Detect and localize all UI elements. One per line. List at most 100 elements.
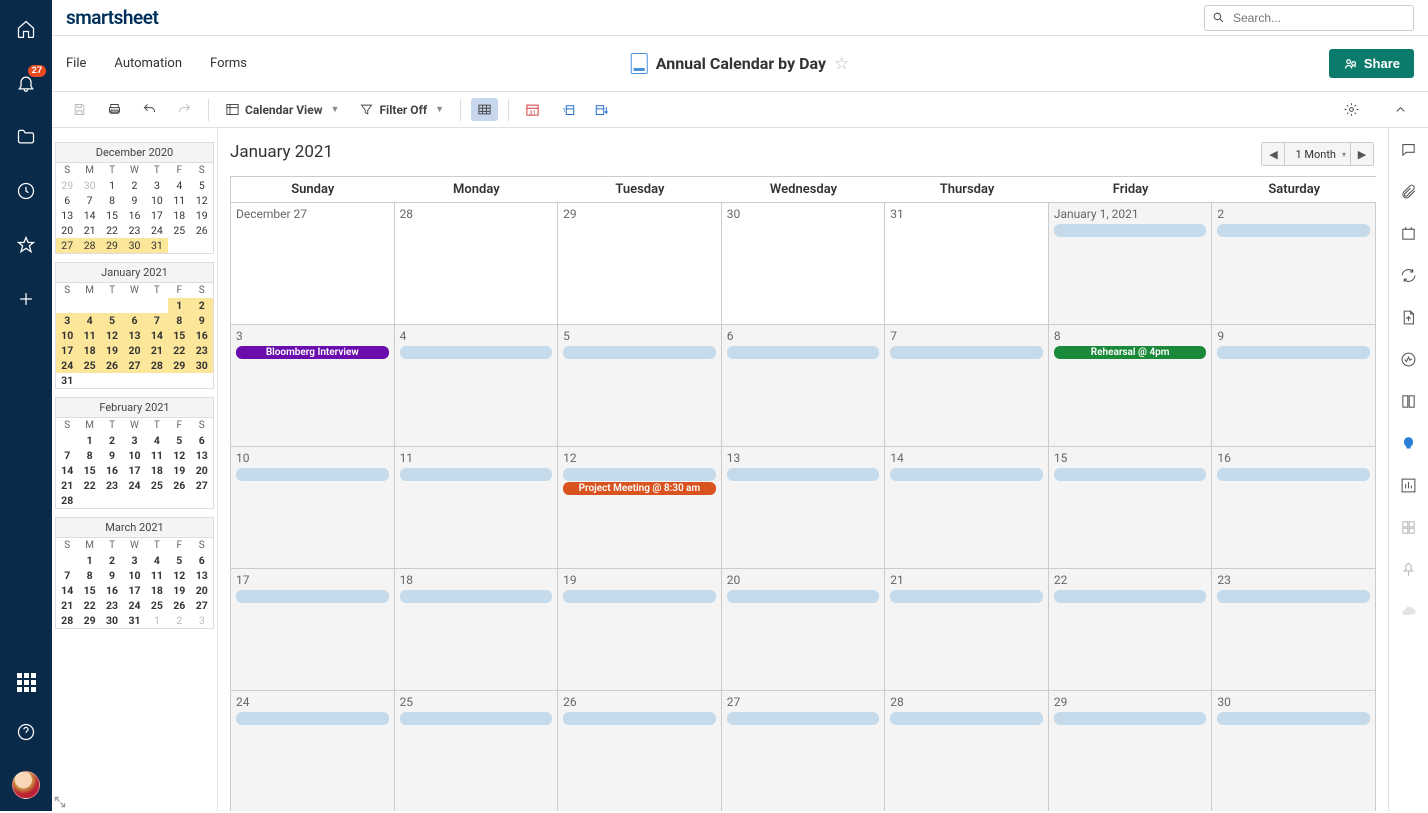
mini-cal-day[interactable]: 8: [168, 313, 190, 328]
mini-cal-day[interactable]: 29: [168, 358, 190, 373]
calendar-cell[interactable]: 2: [1212, 202, 1376, 324]
event-placeholder[interactable]: [563, 468, 716, 481]
calendar-cell[interactable]: 11: [395, 446, 559, 568]
mini-cal-day[interactable]: 8: [78, 568, 100, 583]
mini-cal-day[interactable]: 14: [146, 328, 168, 343]
mini-cal-day[interactable]: 13: [191, 568, 213, 583]
activity-log-icon[interactable]: [1400, 350, 1418, 368]
event-placeholder[interactable]: [1217, 590, 1370, 603]
mini-cal-day[interactable]: 26: [101, 358, 123, 373]
mini-cal-day[interactable]: 12: [191, 193, 213, 208]
mini-cal-day[interactable]: 4: [146, 553, 168, 568]
prev-period-button[interactable]: ◀: [1262, 143, 1284, 165]
calendar-cell[interactable]: 18: [395, 568, 559, 690]
mini-cal-day[interactable]: 10: [56, 328, 78, 343]
mini-cal-day[interactable]: 9: [191, 313, 213, 328]
mini-cal-day[interactable]: 1: [78, 553, 100, 568]
mini-cal-day[interactable]: 18: [146, 583, 168, 598]
calendar-cell[interactable]: 30: [722, 202, 886, 324]
mini-cal-day[interactable]: 19: [168, 463, 190, 478]
mini-cal-day[interactable]: 22: [78, 478, 100, 493]
mini-cal-day[interactable]: 8: [101, 193, 123, 208]
mini-cal-day[interactable]: 1: [101, 178, 123, 193]
event-placeholder[interactable]: [563, 346, 716, 359]
calendar-cell[interactable]: January 1, 2021: [1049, 202, 1213, 324]
mini-cal-day[interactable]: 1: [146, 613, 168, 628]
mini-cal-day[interactable]: 30: [78, 178, 100, 193]
mini-cal-day[interactable]: 27: [123, 358, 145, 373]
mini-cal-day[interactable]: 19: [101, 343, 123, 358]
event-placeholder[interactable]: [1054, 590, 1207, 603]
event-placeholder[interactable]: [400, 712, 553, 725]
mini-cal-day[interactable]: 28: [56, 493, 78, 508]
publish-icon[interactable]: [1400, 308, 1418, 326]
filter-toggle[interactable]: Filter Off▼: [353, 98, 450, 121]
mini-cal-day[interactable]: 14: [56, 583, 78, 598]
proofs-icon[interactable]: [1400, 224, 1418, 242]
mini-cal-day[interactable]: 4: [146, 433, 168, 448]
calendar-cell[interactable]: 25: [395, 690, 559, 811]
mini-cal-day[interactable]: 23: [101, 478, 123, 493]
mini-cal-day[interactable]: 27: [191, 478, 213, 493]
mini-cal-day[interactable]: 11: [168, 193, 190, 208]
mini-cal-day[interactable]: 15: [78, 463, 100, 478]
mini-cal-day[interactable]: 16: [101, 463, 123, 478]
mini-cal-day[interactable]: 11: [146, 448, 168, 463]
mini-cal-day[interactable]: 3: [123, 553, 145, 568]
mini-cal-day[interactable]: 28: [56, 613, 78, 628]
menu-automation[interactable]: Automation: [114, 56, 182, 71]
event-placeholder[interactable]: [400, 590, 553, 603]
folder-icon[interactable]: [15, 126, 37, 148]
mini-cal-day[interactable]: 25: [146, 598, 168, 613]
save-icon[interactable]: [66, 98, 93, 121]
mini-cal-day[interactable]: 2: [191, 298, 213, 313]
expand-icon[interactable]: [53, 795, 67, 809]
mini-cal-day[interactable]: 16: [123, 208, 145, 223]
calendar-cell[interactable]: 28: [395, 202, 559, 324]
mini-cal-day[interactable]: 28: [78, 238, 100, 253]
collapse-panel-icon[interactable]: [1387, 98, 1414, 121]
event-placeholder[interactable]: [890, 712, 1043, 725]
mini-cal-day[interactable]: 27: [191, 598, 213, 613]
mini-cal-day[interactable]: 12: [101, 328, 123, 343]
mini-cal-day[interactable]: 28: [146, 358, 168, 373]
event-purple[interactable]: Bloomberg Interview: [236, 346, 389, 359]
mini-cal-day[interactable]: 24: [123, 478, 145, 493]
mini-cal-day[interactable]: 19: [191, 208, 213, 223]
format-icon[interactable]: [1400, 518, 1418, 536]
mini-cal-day[interactable]: 2: [168, 613, 190, 628]
home-icon[interactable]: [15, 18, 37, 40]
mini-cal-day[interactable]: 16: [191, 328, 213, 343]
mini-cal-day[interactable]: 11: [78, 328, 100, 343]
zoom-in-cal-icon[interactable]: 1: [554, 98, 581, 121]
mini-cal-day[interactable]: 20: [191, 583, 213, 598]
update-requests-icon[interactable]: [1400, 266, 1418, 284]
calendar-cell[interactable]: 24: [231, 690, 395, 811]
menu-file[interactable]: File: [66, 56, 86, 71]
attachments-icon[interactable]: [1400, 182, 1418, 200]
mini-cal-day[interactable]: 15: [78, 583, 100, 598]
event-placeholder[interactable]: [236, 468, 389, 481]
mini-cal-day[interactable]: 9: [101, 568, 123, 583]
mini-cal-day[interactable]: 7: [56, 568, 78, 583]
mini-cal-day[interactable]: 7: [56, 448, 78, 463]
cell-history-icon[interactable]: [1400, 392, 1418, 410]
calendar-cell[interactable]: 22: [1049, 568, 1213, 690]
event-placeholder[interactable]: [890, 468, 1043, 481]
mini-cal-day[interactable]: 24: [146, 223, 168, 238]
calendar-cell[interactable]: 19: [558, 568, 722, 690]
calendar-cell[interactable]: 23: [1212, 568, 1376, 690]
view-switcher[interactable]: Calendar View▼: [219, 98, 345, 121]
mini-cal-day[interactable]: 23: [101, 598, 123, 613]
mini-cal-day[interactable]: 21: [146, 343, 168, 358]
mini-cal-day[interactable]: 22: [168, 343, 190, 358]
range-selector[interactable]: 1 Month: [1284, 143, 1351, 165]
create-icon[interactable]: [15, 288, 37, 310]
mini-cal-day[interactable]: 29: [78, 613, 100, 628]
pin-icon[interactable]: [1400, 560, 1418, 578]
mini-cal-day[interactable]: 24: [56, 358, 78, 373]
settings-icon[interactable]: [1338, 98, 1365, 121]
mini-cal-day[interactable]: 7: [78, 193, 100, 208]
mini-cal-day[interactable]: 18: [168, 208, 190, 223]
mini-cal-day[interactable]: 29: [56, 178, 78, 193]
